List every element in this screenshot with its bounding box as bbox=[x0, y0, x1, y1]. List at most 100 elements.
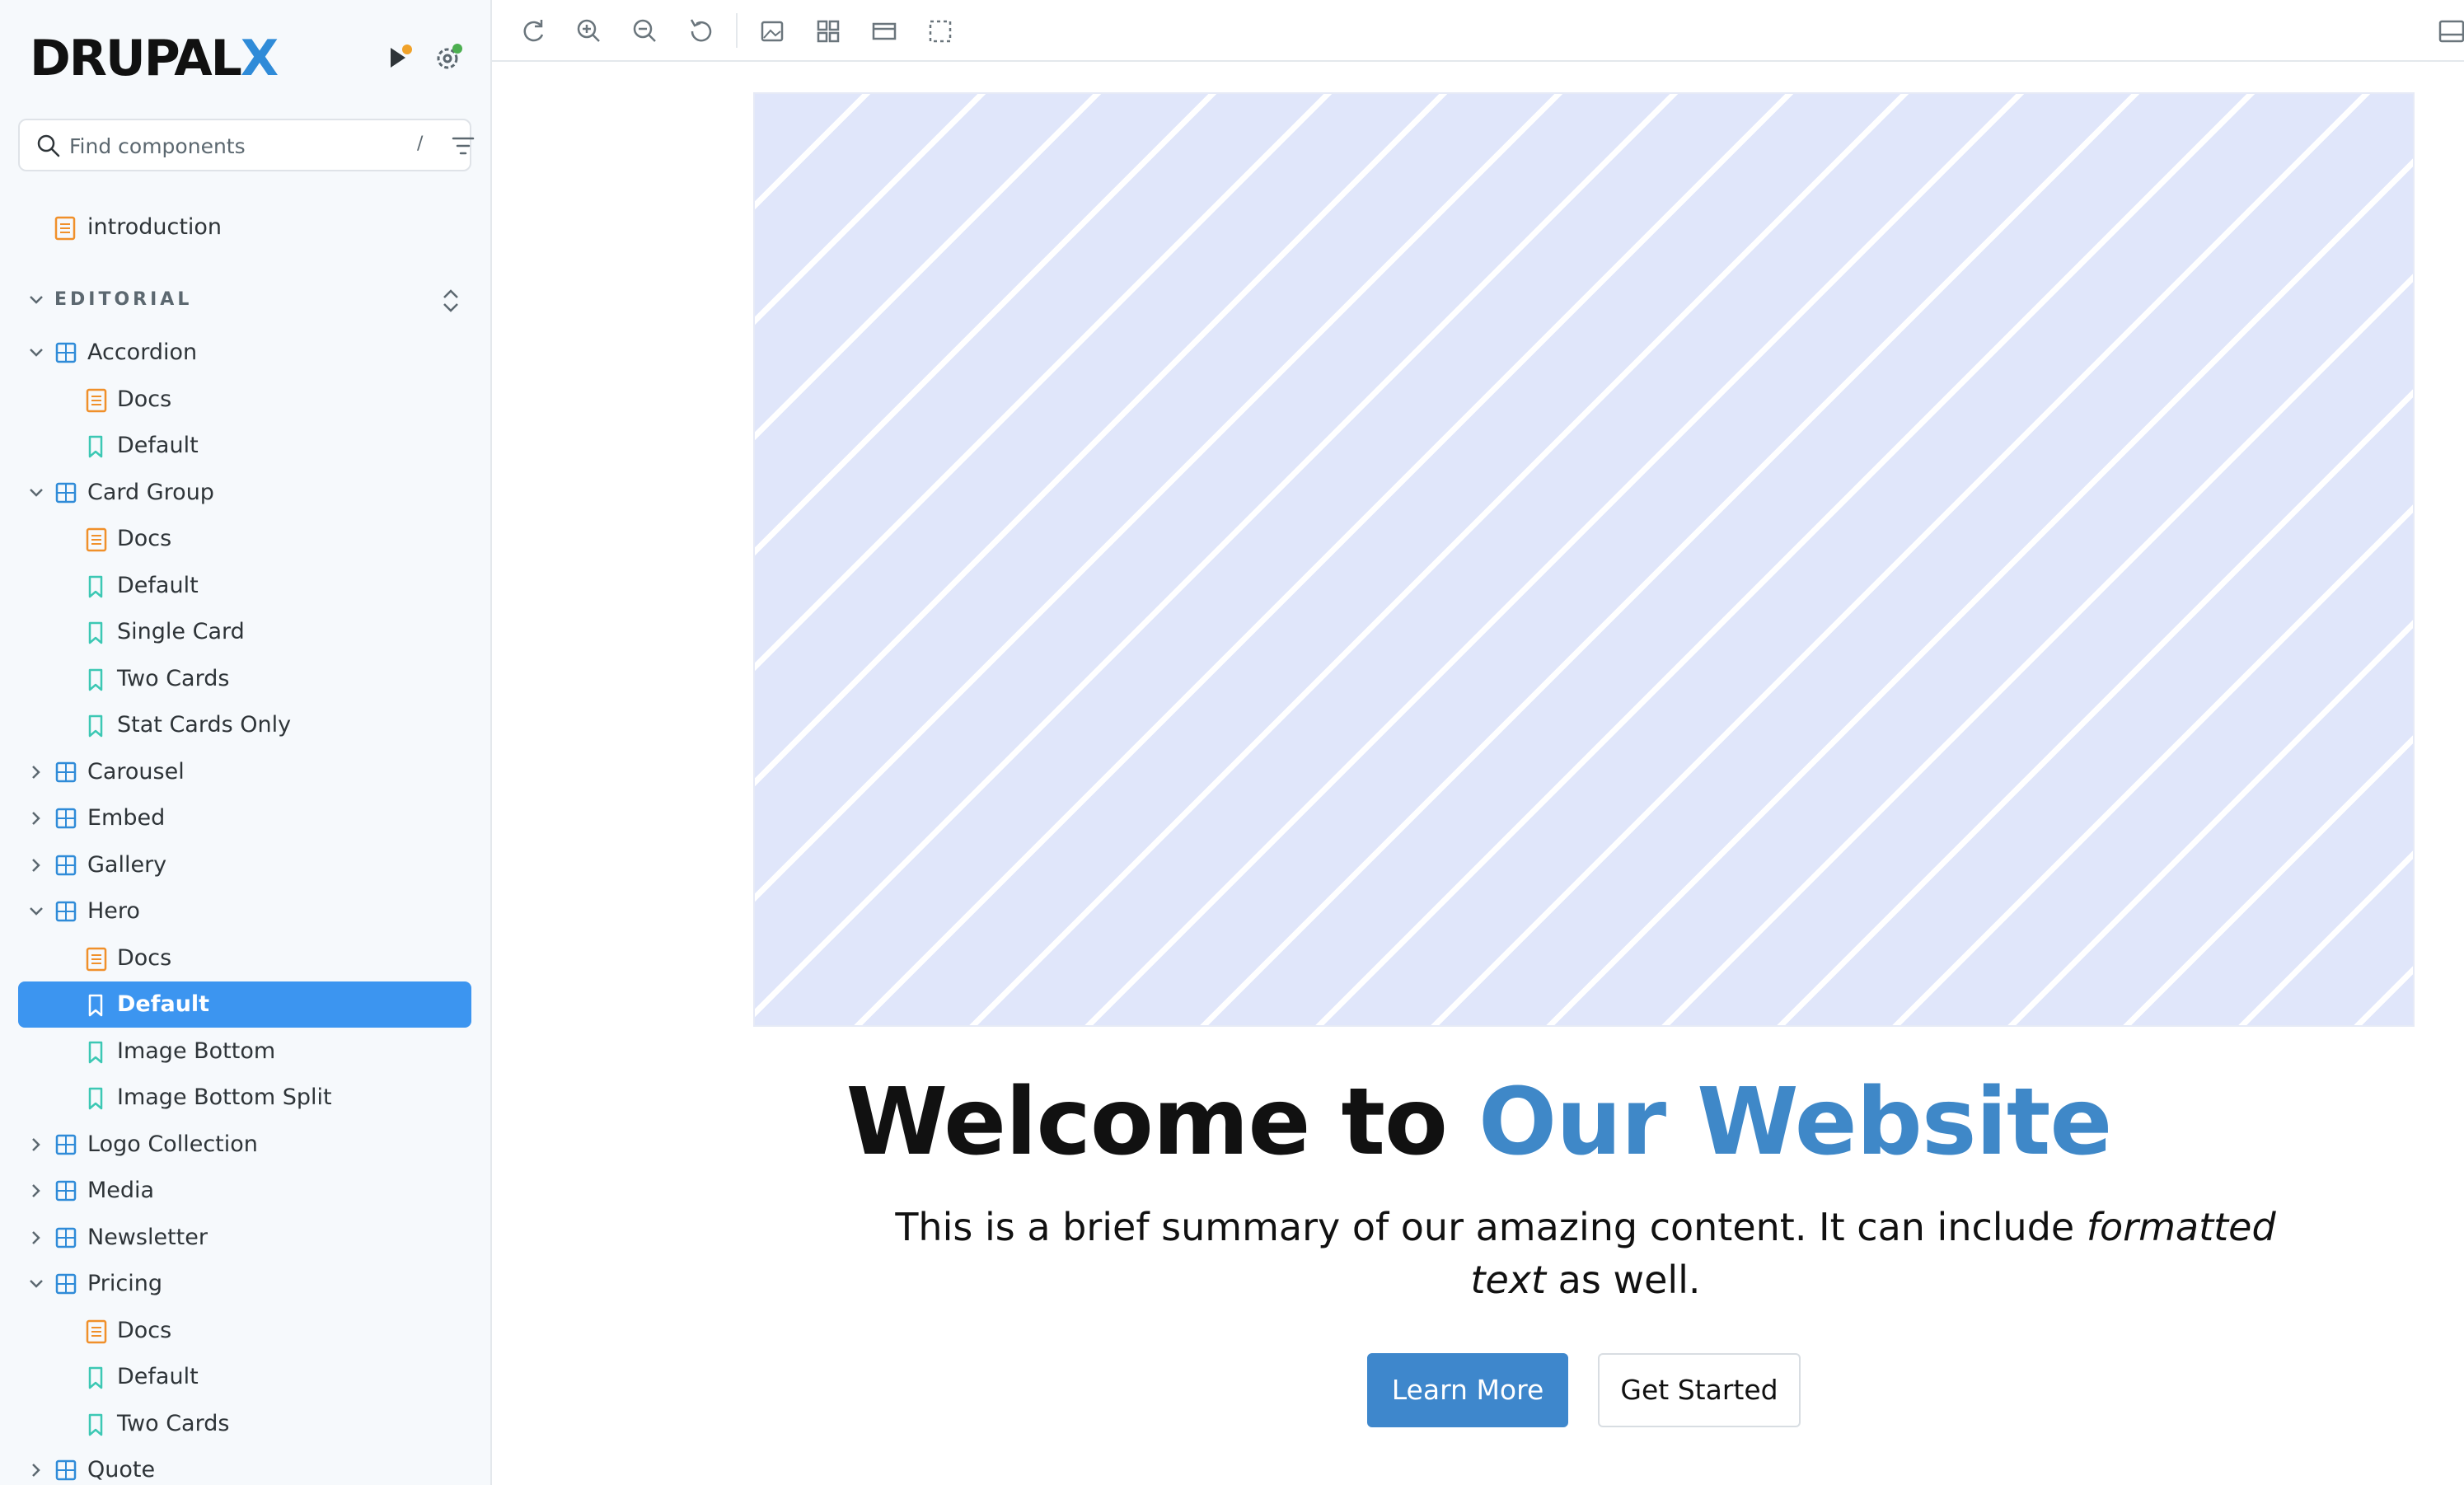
tree-story-default[interactable]: Default bbox=[18, 981, 471, 1028]
tree-item-label: Docs bbox=[117, 526, 172, 551]
tree-component-accordion[interactable]: Accordion bbox=[18, 330, 471, 376]
chevron-right-icon[interactable] bbox=[28, 810, 45, 827]
tree-item-label: Two Cards bbox=[117, 1410, 230, 1436]
chevron-down-icon[interactable] bbox=[28, 903, 45, 920]
tree-component-newsletter[interactable]: Newsletter bbox=[18, 1215, 471, 1261]
document-icon bbox=[86, 947, 107, 971]
outline-button[interactable] bbox=[924, 15, 957, 48]
bookmark-icon bbox=[88, 435, 103, 458]
component-icon bbox=[55, 482, 77, 503]
panel-toggle-button[interactable] bbox=[2435, 15, 2464, 48]
zoom-out-icon bbox=[633, 19, 656, 42]
tree-story-default[interactable]: Default bbox=[18, 423, 471, 469]
chevron-right-icon[interactable] bbox=[28, 1136, 45, 1153]
brand-logo[interactable]: DRUPALX bbox=[30, 30, 279, 87]
toolbar-divider bbox=[736, 13, 738, 48]
component-icon bbox=[55, 855, 77, 875]
bookmark-icon bbox=[88, 621, 103, 644]
search-box: / bbox=[18, 119, 475, 171]
reset-zoom-icon bbox=[690, 19, 712, 42]
tree-item-label: Two Cards bbox=[117, 665, 230, 691]
tree-component-card-group[interactable]: Card Group bbox=[18, 470, 471, 516]
bookmark-icon bbox=[88, 1087, 103, 1110]
tree-story-docs[interactable]: Docs bbox=[18, 1308, 471, 1354]
sidebar-item-introduction[interactable]: introduction bbox=[18, 204, 471, 251]
zoom-out-button[interactable] bbox=[629, 15, 662, 48]
document-icon bbox=[86, 1319, 107, 1343]
search-input[interactable] bbox=[68, 129, 397, 163]
chevron-right-icon[interactable] bbox=[28, 1230, 45, 1246]
tree-item-label: Docs bbox=[117, 944, 172, 971]
tree-item-label: Default bbox=[117, 433, 199, 458]
search-shortcut-hint: / bbox=[417, 134, 424, 154]
component-icon bbox=[55, 808, 77, 829]
learn-more-button[interactable]: Learn More bbox=[1367, 1353, 1568, 1427]
tree-item-label: Newsletter bbox=[87, 1224, 208, 1250]
sidebar: DRUPALX / intro bbox=[0, 0, 492, 1485]
bookmark-icon bbox=[88, 668, 103, 691]
tree-story-default[interactable]: Default bbox=[18, 563, 471, 609]
tree-item-label: Single Card bbox=[117, 619, 245, 644]
tree-story-image-bottom[interactable]: Image Bottom bbox=[18, 1028, 471, 1075]
tree-item-label: Docs bbox=[117, 1317, 172, 1343]
tree-component-logo-collection[interactable]: Logo Collection bbox=[18, 1122, 471, 1168]
tree-story-stat-cards-only[interactable]: Stat Cards Only bbox=[18, 702, 471, 748]
section-header-editorial[interactable]: EDITORIAL bbox=[18, 282, 471, 318]
tree-story-single-card[interactable]: Single Card bbox=[18, 609, 471, 655]
tree-item-label: Pricing bbox=[87, 1271, 163, 1296]
reset-zoom-button[interactable] bbox=[685, 15, 718, 48]
settings-button[interactable] bbox=[432, 41, 465, 74]
tree-item-label: Default bbox=[117, 572, 199, 598]
addons-button[interactable] bbox=[382, 41, 415, 74]
hero-summary-text: This is a brief summary of our amazing c… bbox=[895, 1205, 2087, 1249]
chevron-right-icon[interactable] bbox=[28, 764, 45, 780]
sidebar-item-label: introduction bbox=[87, 214, 223, 240]
chevron-down-icon[interactable] bbox=[28, 344, 45, 361]
chevron-down-icon[interactable] bbox=[28, 1276, 45, 1292]
tree-component-pricing[interactable]: Pricing bbox=[18, 1261, 471, 1307]
bookmark-icon bbox=[88, 714, 103, 738]
viewport-button[interactable] bbox=[868, 15, 901, 48]
component-icon bbox=[55, 1134, 77, 1155]
tree-component-carousel[interactable]: Carousel bbox=[18, 749, 471, 795]
hero-title: Welcome to Our Website bbox=[494, 1069, 2464, 1176]
filter-icon[interactable] bbox=[452, 135, 475, 157]
tree-story-docs[interactable]: Docs bbox=[18, 516, 471, 562]
tree-item-label: Hero bbox=[87, 898, 140, 924]
tree-component-embed[interactable]: Embed bbox=[18, 795, 471, 841]
reload-button[interactable] bbox=[517, 15, 550, 48]
tree-story-default[interactable]: Default bbox=[18, 1354, 471, 1400]
grid-icon bbox=[817, 20, 840, 43]
component-icon bbox=[55, 1227, 77, 1248]
tree-item-label: Embed bbox=[87, 805, 166, 831]
chevron-down-icon[interactable] bbox=[28, 485, 45, 501]
viewport-icon bbox=[872, 22, 897, 40]
expand-collapse-icon[interactable] bbox=[438, 287, 463, 315]
tree-component-quote[interactable]: Quote bbox=[18, 1447, 471, 1485]
tree-component-hero[interactable]: Hero bbox=[18, 888, 471, 935]
tree-item-label: Quote bbox=[87, 1457, 156, 1483]
tree-item-label: Logo Collection bbox=[87, 1131, 258, 1157]
chevron-right-icon[interactable] bbox=[28, 1462, 45, 1478]
get-started-button[interactable]: Get Started bbox=[1598, 1353, 1801, 1427]
tree-story-docs[interactable]: Docs bbox=[18, 935, 471, 981]
outline-icon bbox=[929, 20, 952, 43]
component-icon bbox=[55, 1459, 77, 1481]
tree-item-label: Image Bottom bbox=[117, 1038, 276, 1064]
tree-item-label: Default bbox=[117, 991, 210, 1017]
component-icon bbox=[55, 761, 77, 782]
document-icon bbox=[86, 388, 107, 412]
tree-story-docs[interactable]: Docs bbox=[18, 377, 471, 423]
tree-component-gallery[interactable]: Gallery bbox=[18, 842, 471, 888]
chevron-right-icon[interactable] bbox=[28, 1183, 45, 1199]
tree-story-image-bottom-split[interactable]: Image Bottom Split bbox=[18, 1075, 471, 1121]
gear-icon bbox=[437, 44, 462, 69]
chevron-right-icon[interactable] bbox=[28, 857, 45, 874]
background-button[interactable] bbox=[756, 15, 789, 48]
bookmark-icon bbox=[88, 575, 103, 597]
tree-story-two-cards[interactable]: Two Cards bbox=[18, 1401, 471, 1447]
tree-component-media[interactable]: Media bbox=[18, 1168, 471, 1214]
zoom-in-button[interactable] bbox=[573, 15, 606, 48]
tree-story-two-cards[interactable]: Two Cards bbox=[18, 656, 471, 702]
grid-button[interactable] bbox=[812, 15, 845, 48]
